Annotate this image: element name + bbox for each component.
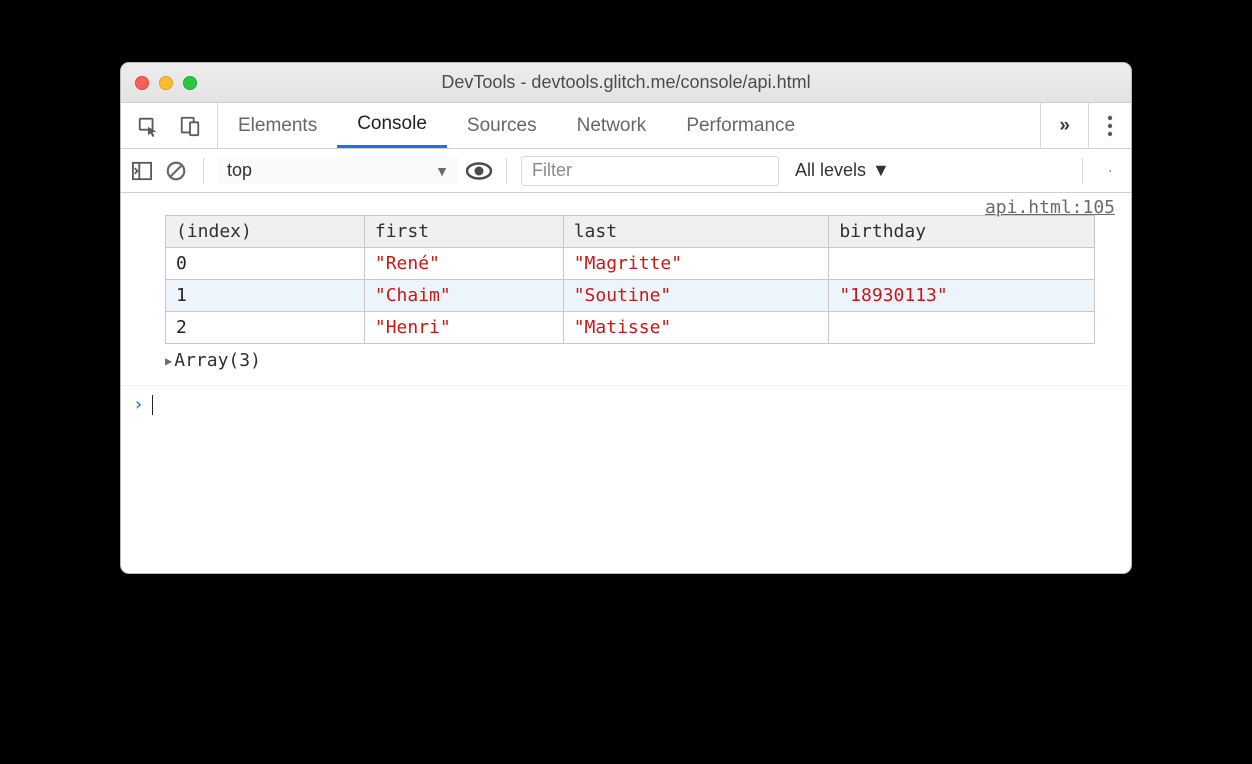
clear-console-icon[interactable] bbox=[163, 160, 189, 182]
table-header-row: (index) first last birthday bbox=[166, 216, 1095, 248]
console-sidebar-toggle-icon[interactable] bbox=[129, 161, 155, 181]
cell-last: "Soutine" bbox=[563, 280, 829, 312]
chevron-down-icon: ▼ bbox=[435, 163, 449, 179]
live-expression-icon[interactable] bbox=[466, 162, 492, 180]
table-row: 0 "René" "Magritte" bbox=[166, 248, 1095, 280]
cell-first: "Henri" bbox=[364, 312, 563, 344]
source-link[interactable]: api.html:105 bbox=[985, 197, 1115, 218]
prompt-chevron-icon: › bbox=[133, 394, 144, 415]
array-summary: Array(3) bbox=[174, 350, 261, 371]
console-settings-icon[interactable] bbox=[1097, 160, 1123, 182]
devtools-window: DevTools - devtools.glitch.me/console/ap… bbox=[120, 62, 1132, 574]
text-cursor bbox=[152, 395, 154, 415]
cell-index: 2 bbox=[166, 312, 365, 344]
triangle-right-icon: ▶ bbox=[165, 354, 172, 368]
array-expand-toggle[interactable]: ▶ Array(3) bbox=[165, 350, 1119, 371]
execution-context-select[interactable]: top ▼ bbox=[218, 157, 458, 184]
inspect-toggle-group bbox=[121, 103, 218, 148]
devtools-menu-button[interactable] bbox=[1088, 103, 1131, 148]
col-last[interactable]: last bbox=[563, 216, 829, 248]
cell-first: "Chaim" bbox=[364, 280, 563, 312]
tab-elements[interactable]: Elements bbox=[218, 103, 337, 148]
console-message: api.html:105 (index) first last birthday… bbox=[121, 193, 1131, 386]
table-row: 2 "Henri" "Matisse" bbox=[166, 312, 1095, 344]
cell-index: 0 bbox=[166, 248, 365, 280]
filter-placeholder: Filter bbox=[532, 160, 572, 181]
col-index[interactable]: (index) bbox=[166, 216, 365, 248]
tab-console[interactable]: Console bbox=[337, 103, 447, 148]
console-filter-input[interactable]: Filter bbox=[521, 156, 779, 186]
log-levels-select[interactable]: All levels ▼ bbox=[787, 160, 898, 181]
titlebar: DevTools - devtools.glitch.me/console/ap… bbox=[121, 63, 1131, 103]
col-birthday[interactable]: birthday bbox=[829, 216, 1095, 248]
table-row: 1 "Chaim" "Soutine" "18930113" bbox=[166, 280, 1095, 312]
log-levels-label: All levels bbox=[795, 160, 866, 181]
console-table: (index) first last birthday 0 "René" "Ma… bbox=[165, 215, 1095, 344]
main-tab-bar: Elements Console Sources Network Perform… bbox=[121, 103, 1131, 149]
cell-last: "Matisse" bbox=[563, 312, 829, 344]
cell-birthday bbox=[829, 248, 1095, 280]
chevron-down-icon: ▼ bbox=[872, 160, 890, 181]
tabs-overflow-button[interactable]: » bbox=[1040, 103, 1088, 148]
cell-index: 1 bbox=[166, 280, 365, 312]
window-title: DevTools - devtools.glitch.me/console/ap… bbox=[121, 72, 1131, 93]
execution-context-label: top bbox=[227, 160, 252, 181]
console-prompt[interactable]: › bbox=[121, 386, 1131, 423]
tab-sources[interactable]: Sources bbox=[447, 103, 557, 148]
cell-first: "René" bbox=[364, 248, 563, 280]
minimize-window-button[interactable] bbox=[159, 76, 173, 90]
tab-performance[interactable]: Performance bbox=[666, 103, 815, 148]
col-first[interactable]: first bbox=[364, 216, 563, 248]
traffic-lights bbox=[121, 76, 197, 90]
console-toolbar: top ▼ Filter All levels ▼ bbox=[121, 149, 1131, 193]
main-tabs: Elements Console Sources Network Perform… bbox=[218, 103, 815, 148]
console-output: api.html:105 (index) first last birthday… bbox=[121, 193, 1131, 573]
device-toggle-icon[interactable] bbox=[177, 115, 203, 137]
tab-network[interactable]: Network bbox=[557, 103, 667, 148]
close-window-button[interactable] bbox=[135, 76, 149, 90]
zoom-window-button[interactable] bbox=[183, 76, 197, 90]
cell-last: "Magritte" bbox=[563, 248, 829, 280]
inspect-element-icon[interactable] bbox=[135, 115, 161, 137]
cell-birthday bbox=[829, 312, 1095, 344]
cell-birthday: "18930113" bbox=[829, 280, 1095, 312]
